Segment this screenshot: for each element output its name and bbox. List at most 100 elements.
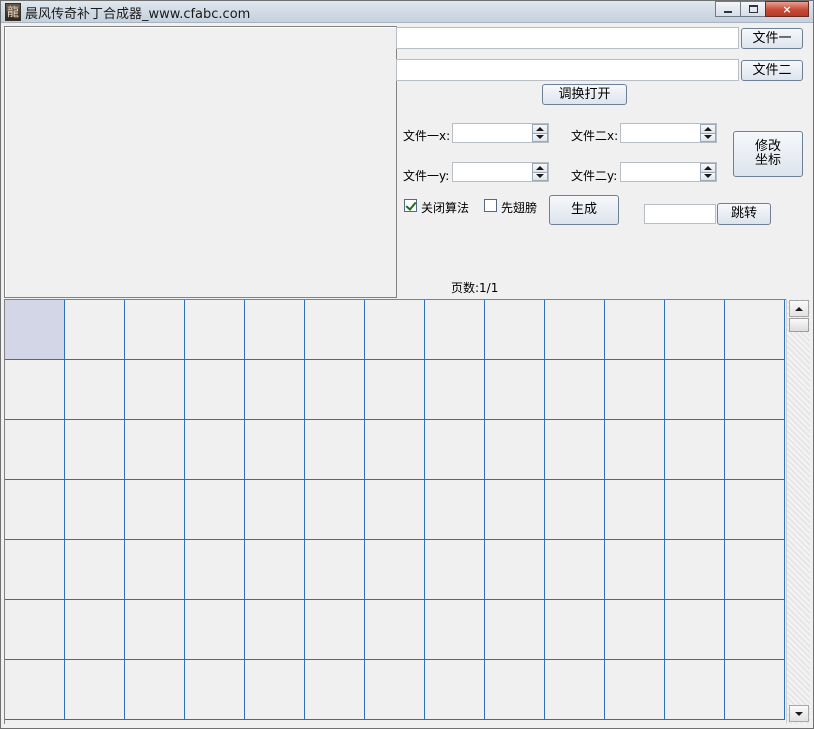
grid-cell[interactable] — [425, 540, 485, 600]
grid-cell[interactable] — [125, 600, 185, 660]
file2-x-up-button[interactable] — [700, 124, 716, 133]
grid-cell[interactable] — [545, 360, 605, 420]
grid-cell[interactable] — [5, 480, 65, 540]
grid-cell[interactable] — [305, 600, 365, 660]
grid-cell[interactable] — [485, 480, 545, 540]
grid-cell[interactable] — [725, 480, 785, 540]
grid-cell[interactable] — [5, 660, 65, 720]
grid-cell[interactable] — [305, 480, 365, 540]
grid-cell[interactable] — [665, 480, 725, 540]
grid-cell[interactable] — [665, 660, 725, 720]
grid-cell[interactable] — [65, 360, 125, 420]
grid-cell[interactable] — [245, 540, 305, 600]
grid-cell[interactable] — [245, 420, 305, 480]
file1-x-down-button[interactable] — [532, 132, 548, 142]
grid-cell[interactable] — [485, 420, 545, 480]
grid-cell[interactable] — [185, 360, 245, 420]
modify-coords-button[interactable]: 修改 坐标 — [733, 131, 803, 177]
file2-path-input[interactable] — [396, 59, 739, 81]
grid-cell[interactable] — [65, 480, 125, 540]
jump-page-input[interactable] — [644, 204, 716, 224]
grid-cell[interactable] — [365, 420, 425, 480]
grid-cell[interactable] — [665, 600, 725, 660]
grid-cell[interactable] — [365, 360, 425, 420]
grid-cell[interactable] — [665, 540, 725, 600]
grid-cell[interactable] — [125, 480, 185, 540]
grid-cell[interactable] — [725, 300, 785, 360]
grid-cell[interactable] — [485, 360, 545, 420]
wing-first-checkbox[interactable] — [484, 199, 497, 212]
grid-cell[interactable] — [125, 540, 185, 600]
grid-cell[interactable] — [545, 300, 605, 360]
grid-cell[interactable] — [185, 660, 245, 720]
grid-cell[interactable] — [5, 540, 65, 600]
grid-cell[interactable] — [605, 660, 665, 720]
grid-cell[interactable] — [725, 600, 785, 660]
grid-cell[interactable] — [545, 420, 605, 480]
grid-cell[interactable] — [365, 300, 425, 360]
grid-cell[interactable] — [485, 300, 545, 360]
file1-x-up-button[interactable] — [532, 124, 548, 133]
grid-cell[interactable] — [185, 600, 245, 660]
file2-x-spinner[interactable] — [620, 123, 717, 143]
grid-cell[interactable] — [125, 360, 185, 420]
grid-cell[interactable] — [485, 660, 545, 720]
file1-x-spinner[interactable] — [452, 123, 549, 143]
grid-cell[interactable] — [485, 600, 545, 660]
grid-cell[interactable] — [5, 300, 65, 360]
grid-cell[interactable] — [65, 660, 125, 720]
scroll-thumb[interactable] — [789, 318, 809, 332]
grid-cell[interactable] — [5, 420, 65, 480]
grid-cell[interactable] — [305, 540, 365, 600]
generate-button[interactable]: 生成 — [549, 195, 619, 225]
grid-cell[interactable] — [725, 360, 785, 420]
grid-cell[interactable] — [605, 600, 665, 660]
grid-cell[interactable] — [545, 480, 605, 540]
file1-y-spinner[interactable] — [452, 162, 549, 182]
grid-cell[interactable] — [425, 600, 485, 660]
grid-cell[interactable] — [605, 480, 665, 540]
grid-cell[interactable] — [305, 420, 365, 480]
close-button[interactable]: × — [765, 1, 809, 17]
file2-button[interactable]: 文件二 — [741, 60, 803, 81]
file1-path-input[interactable] — [396, 27, 739, 49]
grid-cell[interactable] — [185, 300, 245, 360]
file2-y-spinner[interactable] — [620, 162, 717, 182]
grid-cell[interactable] — [425, 300, 485, 360]
minimize-button[interactable] — [715, 1, 741, 17]
swap-open-button[interactable]: 调换打开 — [542, 84, 627, 105]
grid-cell[interactable] — [605, 540, 665, 600]
grid-cell[interactable] — [65, 600, 125, 660]
grid-cell[interactable] — [245, 360, 305, 420]
title-bar[interactable]: 龍 晨风传奇补丁合成器_www.cfabc.com × — [1, 1, 813, 23]
grid-cell[interactable] — [245, 480, 305, 540]
file1-button[interactable]: 文件一 — [741, 28, 803, 49]
grid-cell[interactable] — [185, 540, 245, 600]
file1-y-up-button[interactable] — [532, 163, 548, 172]
grid-cell[interactable] — [545, 660, 605, 720]
grid-cell[interactable] — [305, 300, 365, 360]
grid-cell[interactable] — [245, 600, 305, 660]
grid-cell[interactable] — [425, 480, 485, 540]
grid-cell[interactable] — [185, 420, 245, 480]
grid-cell[interactable] — [305, 360, 365, 420]
scroll-down-button[interactable] — [789, 705, 809, 722]
grid-cell[interactable] — [125, 300, 185, 360]
file2-y-up-button[interactable] — [700, 163, 716, 172]
grid-cell[interactable] — [605, 360, 665, 420]
scroll-up-button[interactable] — [789, 300, 809, 317]
grid-cell[interactable] — [425, 360, 485, 420]
grid-cell[interactable] — [125, 420, 185, 480]
grid-cell[interactable] — [365, 660, 425, 720]
maximize-button[interactable] — [740, 1, 766, 17]
grid-cell[interactable] — [365, 480, 425, 540]
jump-button[interactable]: 跳转 — [717, 203, 771, 225]
grid-cell[interactable] — [725, 420, 785, 480]
grid-cell[interactable] — [605, 420, 665, 480]
close-algorithm-checkbox[interactable] — [404, 199, 417, 212]
grid-cell[interactable] — [5, 360, 65, 420]
grid-cell[interactable] — [425, 420, 485, 480]
grid-cell[interactable] — [245, 660, 305, 720]
vertical-scrollbar[interactable] — [786, 299, 810, 724]
grid-cell[interactable] — [5, 600, 65, 660]
